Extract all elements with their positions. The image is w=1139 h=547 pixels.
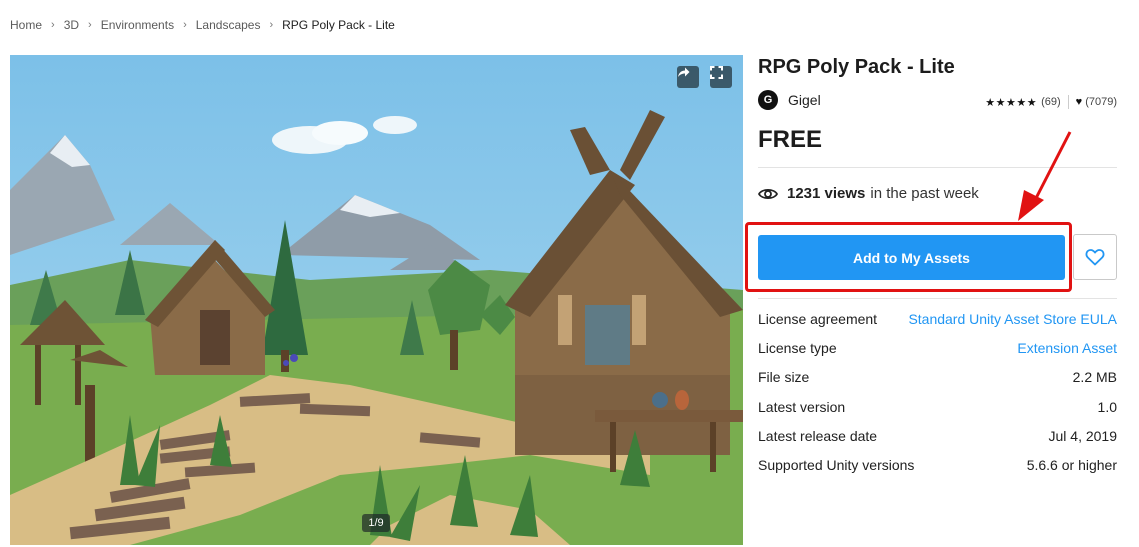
publisher-name: Gigel — [788, 92, 821, 108]
heart-icon: ♥ — [1075, 96, 1083, 108]
breadcrumb-current: RPG Poly Pack - Lite — [282, 18, 395, 32]
chevron-right-icon: › — [51, 19, 55, 31]
product-title: RPG Poly Pack - Lite — [758, 56, 955, 78]
detail-value: 2.2 MB — [1072, 369, 1117, 386]
detail-row-latest-version: Latest version 1.0 — [758, 397, 1117, 426]
annotation-arrow-icon — [1018, 131, 1072, 221]
detail-label: File size — [758, 369, 810, 386]
detail-row-unity-versions: Supported Unity versions 5.6.6 or higher — [758, 455, 1117, 484]
views-count: 1231 views — [787, 185, 866, 202]
eye-icon — [758, 188, 778, 199]
detail-row-license-agreement: License agreement Standard Unity Asset S… — [758, 309, 1117, 338]
publisher-link[interactable]: G Gigel — [758, 90, 821, 110]
price: FREE — [758, 126, 823, 153]
detail-label: Supported Unity versions — [758, 456, 915, 473]
views-info: 1231 views in the past week — [758, 185, 979, 202]
chevron-right-icon: › — [269, 19, 274, 31]
chevron-right-icon: › — [88, 19, 92, 31]
detail-label: Latest version — [758, 398, 846, 415]
detail-value: 1.0 — [1097, 398, 1117, 415]
breadcrumb-home[interactable]: Home — [10, 18, 42, 32]
breadcrumb-environments[interactable]: Environments — [101, 18, 174, 32]
divider — [758, 298, 1117, 299]
fullscreen-icon — [710, 66, 723, 79]
add-to-my-assets-button[interactable]: Add to My Assets — [758, 235, 1065, 280]
rating-count[interactable]: (69) — [1041, 96, 1061, 108]
detail-label: License type — [758, 340, 837, 357]
chevron-right-icon: › — [183, 19, 187, 31]
detail-label: License agreement — [758, 311, 878, 327]
rating-row: ★★★★★ (69) ♥ (7079) — [985, 95, 1117, 109]
detail-value: Jul 4, 2019 — [1048, 427, 1118, 444]
publisher-avatar: G — [758, 90, 778, 110]
wishlist-button[interactable] — [1073, 234, 1117, 280]
license-type-link[interactable]: Extension Asset — [1017, 338, 1117, 367]
breadcrumb: Home › 3D › Environments › Landscapes › … — [10, 17, 395, 33]
fullscreen-button[interactable] — [710, 66, 732, 88]
views-suffix: in the past week — [870, 185, 979, 202]
breadcrumb-3d[interactable]: 3D — [64, 18, 79, 32]
favorites-count: (7079) — [1085, 96, 1117, 108]
detail-value: 5.6.6 or higher — [1026, 456, 1117, 473]
detail-row-file-size: File size 2.2 MB — [758, 367, 1117, 396]
rating-divider — [1067, 95, 1069, 109]
star-rating-icon[interactable]: ★★★★★ — [985, 96, 1037, 109]
breadcrumb-landscapes[interactable]: Landscapes — [196, 18, 261, 32]
license-agreement-link[interactable]: Standard Unity Asset Store EULA — [908, 309, 1117, 338]
gallery-counter: 1/9 — [362, 514, 390, 532]
gallery-image — [10, 55, 743, 545]
product-details-table: License agreement Standard Unity Asset S… — [758, 309, 1117, 484]
share-icon — [678, 67, 690, 77]
detail-row-license-type: License type Extension Asset — [758, 338, 1117, 367]
product-gallery[interactable]: 1/9 — [10, 55, 743, 545]
detail-label: Latest release date — [758, 427, 878, 444]
share-button[interactable] — [677, 66, 699, 88]
detail-row-release-date: Latest release date Jul 4, 2019 — [758, 426, 1117, 455]
heart-outline-icon — [1085, 249, 1105, 266]
